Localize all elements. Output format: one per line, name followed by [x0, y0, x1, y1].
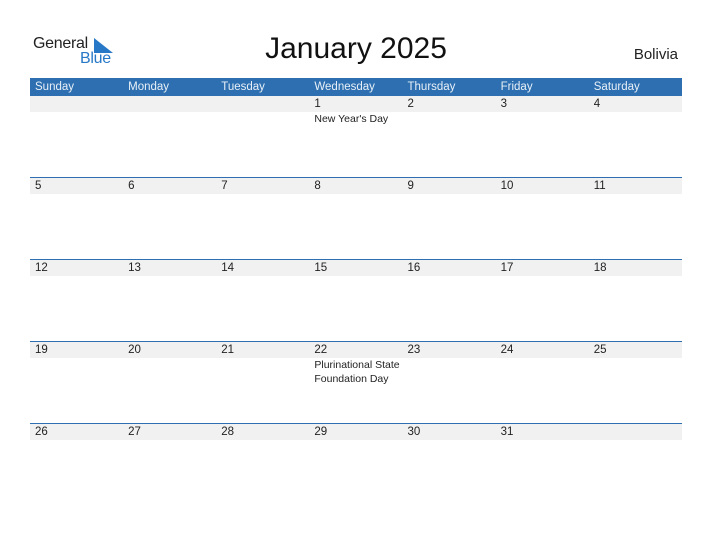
day-number: 10 [500, 180, 514, 192]
holiday-label [123, 112, 216, 126]
day-number: 23 [407, 344, 421, 356]
week-row: 12 13 14 15 16 17 18 [30, 259, 682, 341]
event-row: Plurinational State Foundation Day [30, 358, 682, 386]
weekday-monday: Monday [128, 81, 170, 93]
week-row: 1 2 3 4 New Year's Day [30, 96, 682, 177]
holiday-label [123, 358, 216, 386]
day-number-row: 26 27 28 29 30 31 [30, 424, 682, 440]
day-number [216, 96, 309, 112]
day-number: 28 [221, 426, 235, 438]
day-number: 25 [593, 344, 607, 356]
day-number: 3 [500, 98, 508, 110]
weekday-thursday: Thursday [407, 81, 456, 93]
day-number: 19 [35, 344, 48, 356]
holiday-label [216, 112, 309, 126]
calendar-title: January 2025 [265, 32, 447, 65]
week-row: 26 27 28 29 30 31 [30, 423, 682, 505]
holiday-label [30, 112, 123, 126]
day-number: 4 [593, 98, 601, 110]
weekday-header: Sunday Monday Tuesday Wednesday Thursday… [30, 78, 682, 96]
weekday-friday: Friday [500, 81, 533, 93]
day-number: 13 [128, 262, 141, 274]
weekday-wednesday: Wednesday [314, 81, 375, 93]
weekday-sunday: Sunday [35, 81, 75, 93]
day-number-row: 12 13 14 15 16 17 18 [30, 260, 682, 276]
day-number: 7 [221, 180, 228, 192]
day-number: 5 [35, 180, 42, 192]
holiday-label [589, 112, 682, 126]
day-number [123, 96, 216, 112]
day-number: 14 [221, 262, 235, 274]
day-number: 31 [500, 426, 514, 438]
day-number [30, 96, 123, 112]
week-row: 19 20 21 22 23 24 25 Plurinational State Founda… [30, 341, 682, 423]
holiday-label [216, 358, 309, 386]
day-number: 16 [407, 262, 421, 274]
holiday-label [496, 358, 589, 386]
day-number: 22 [314, 344, 328, 356]
day-number: 11 [593, 180, 606, 192]
day-number: 21 [221, 344, 235, 356]
day-number: 8 [314, 180, 321, 192]
event-row: New Year's Day [30, 112, 682, 126]
day-number: 1 [314, 98, 321, 110]
day-number: 15 [314, 262, 328, 274]
day-number: 29 [314, 426, 328, 438]
day-number: 20 [128, 344, 141, 356]
day-number: 30 [407, 426, 421, 438]
week-row: 5 6 7 8 9 10 11 [30, 177, 682, 259]
day-number: 17 [500, 262, 514, 274]
day-number-row: 19 20 21 22 23 24 25 [30, 342, 682, 358]
holiday-label: New Year's Day [314, 113, 389, 125]
weekday-saturday: Saturday [593, 81, 640, 93]
weekday-tuesday: Tuesday [221, 81, 265, 93]
day-number: 24 [500, 344, 514, 356]
calendar-grid: Sunday Monday Tuesday Wednesday Thursday… [30, 78, 682, 505]
day-number: 26 [35, 426, 48, 438]
day-number: 18 [593, 262, 607, 274]
holiday-label [403, 358, 496, 386]
day-number: 9 [407, 180, 414, 192]
day-number [589, 424, 682, 440]
day-number: 27 [128, 426, 141, 438]
holiday-label [403, 112, 496, 126]
holiday-label: Plurinational State Foundation Day [314, 359, 400, 385]
day-number-row: 5 6 7 8 9 10 11 [30, 178, 682, 194]
day-number: 6 [128, 180, 135, 192]
day-number-row: 1 2 3 4 [30, 96, 682, 112]
holiday-label [589, 358, 682, 386]
holiday-label [496, 112, 589, 126]
holiday-label [30, 358, 123, 386]
day-number: 2 [407, 98, 414, 110]
day-number: 12 [35, 262, 48, 274]
country-label: Bolivia [633, 46, 678, 63]
